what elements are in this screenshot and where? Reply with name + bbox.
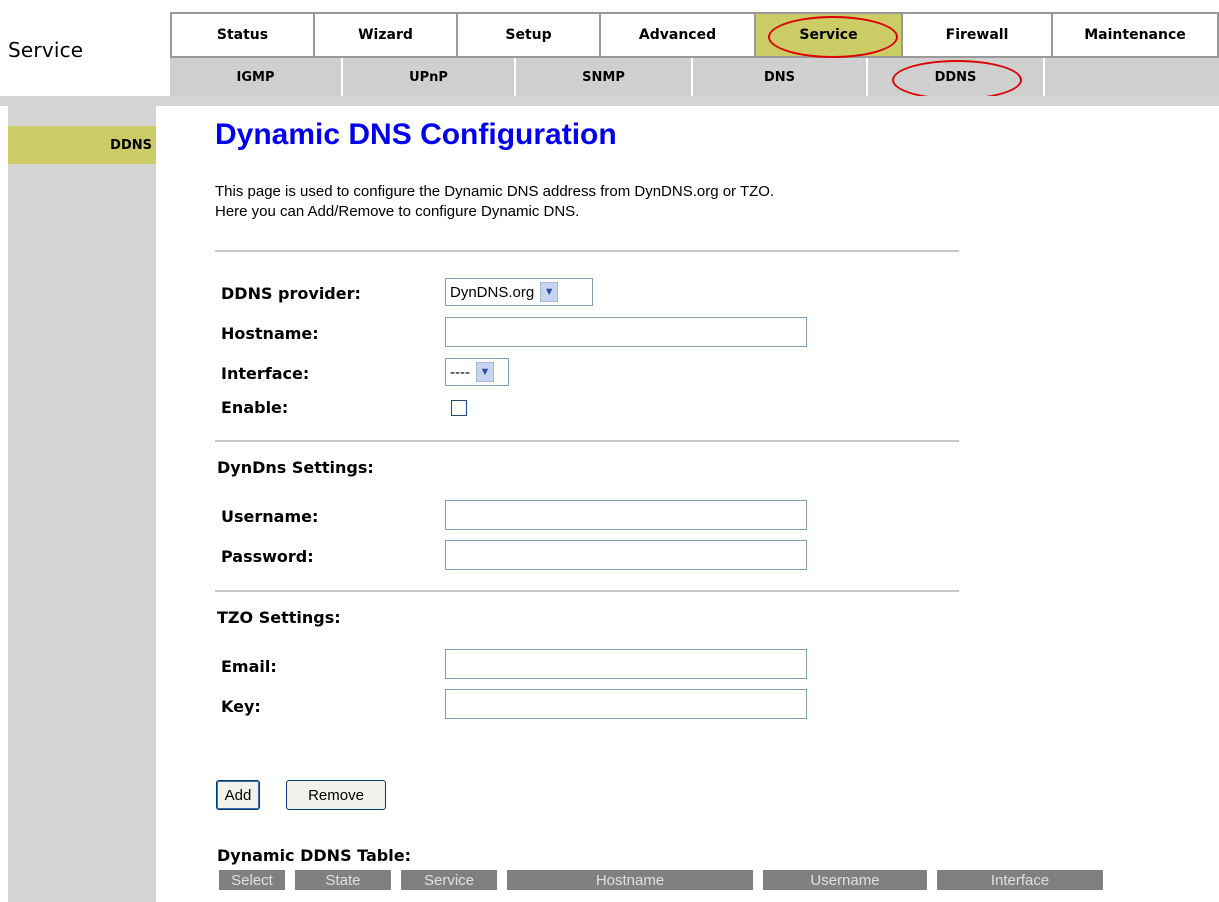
tab-maintenance[interactable]: Maintenance xyxy=(1053,14,1217,56)
subtab-snmp[interactable]: SNMP xyxy=(516,58,693,96)
sidebar-item-ddns[interactable]: DDNS xyxy=(8,126,156,164)
header: Service Status Wizard Setup Advanced Ser… xyxy=(0,0,1219,106)
email-label: Email: xyxy=(221,657,277,676)
column-header-service: Service xyxy=(401,870,497,890)
page-title: Dynamic DNS Configuration xyxy=(215,118,617,151)
section-title: Service xyxy=(8,38,84,62)
hostname-label: Hostname: xyxy=(221,324,319,343)
ddns-table-heading: Dynamic DDNS Table: xyxy=(217,846,411,865)
tab-service[interactable]: Service xyxy=(756,14,903,56)
column-header-interface: Interface xyxy=(937,870,1103,890)
subtab-dns[interactable]: DNS xyxy=(693,58,868,96)
column-header-username: Username xyxy=(763,870,927,890)
hostname-input[interactable] xyxy=(445,317,807,347)
subtab-upnp[interactable]: UPnP xyxy=(343,58,516,96)
tab-setup[interactable]: Setup xyxy=(458,14,601,56)
divider xyxy=(215,250,959,252)
email-input[interactable] xyxy=(445,649,807,679)
column-header-select: Select xyxy=(219,870,285,890)
password-label: Password: xyxy=(221,547,314,566)
tab-firewall[interactable]: Firewall xyxy=(903,14,1053,56)
main-nav: Status Wizard Setup Advanced Service Fir… xyxy=(170,12,1219,58)
subtab-empty xyxy=(1045,58,1219,96)
enable-checkbox[interactable] xyxy=(451,400,467,416)
key-label: Key: xyxy=(221,697,261,716)
description-line-1: This page is used to configure the Dynam… xyxy=(215,183,775,200)
tab-wizard[interactable]: Wizard xyxy=(315,14,458,56)
description-line-2: Here you can Add/Remove to configure Dyn… xyxy=(215,203,580,220)
ddns-provider-select[interactable]: DynDNS.org ▼ xyxy=(445,278,593,306)
page-description: This page is used to configure the Dynam… xyxy=(215,182,774,222)
enable-label: Enable: xyxy=(221,398,289,417)
dyndns-settings-heading: DynDns Settings: xyxy=(217,458,374,477)
chevron-down-icon[interactable]: ▼ xyxy=(540,282,559,302)
ddns-table-header: Select State Service Hostname Username I… xyxy=(219,870,1103,890)
username-input[interactable] xyxy=(445,500,807,530)
key-input[interactable] xyxy=(445,689,807,719)
divider xyxy=(215,440,959,442)
add-button[interactable]: Add xyxy=(216,780,260,810)
ddns-provider-label: DDNS provider: xyxy=(221,284,361,303)
tab-advanced[interactable]: Advanced xyxy=(601,14,756,56)
interface-value: ---- xyxy=(450,363,470,381)
subtab-ddns[interactable]: DDNS xyxy=(868,58,1045,96)
sub-nav: IGMP UPnP SNMP DNS DDNS xyxy=(170,58,1219,98)
password-input[interactable] xyxy=(445,540,807,570)
column-header-hostname: Hostname xyxy=(507,870,753,890)
header-divider xyxy=(0,96,1219,106)
subtab-igmp[interactable]: IGMP xyxy=(170,58,343,96)
remove-button[interactable]: Remove xyxy=(286,780,386,810)
tzo-settings-heading: TZO Settings: xyxy=(217,608,341,627)
tab-status[interactable]: Status xyxy=(172,14,315,56)
sidebar: DDNS xyxy=(8,106,156,902)
username-label: Username: xyxy=(221,507,319,526)
ddns-provider-value: DynDNS.org xyxy=(450,283,535,301)
column-header-state: State xyxy=(295,870,391,890)
chevron-down-icon[interactable]: ▼ xyxy=(475,362,494,382)
divider xyxy=(215,590,959,592)
main-content: Dynamic DNS Configuration This page is u… xyxy=(215,106,1215,902)
interface-label: Interface: xyxy=(221,364,310,383)
interface-select[interactable]: ---- ▼ xyxy=(445,358,509,386)
